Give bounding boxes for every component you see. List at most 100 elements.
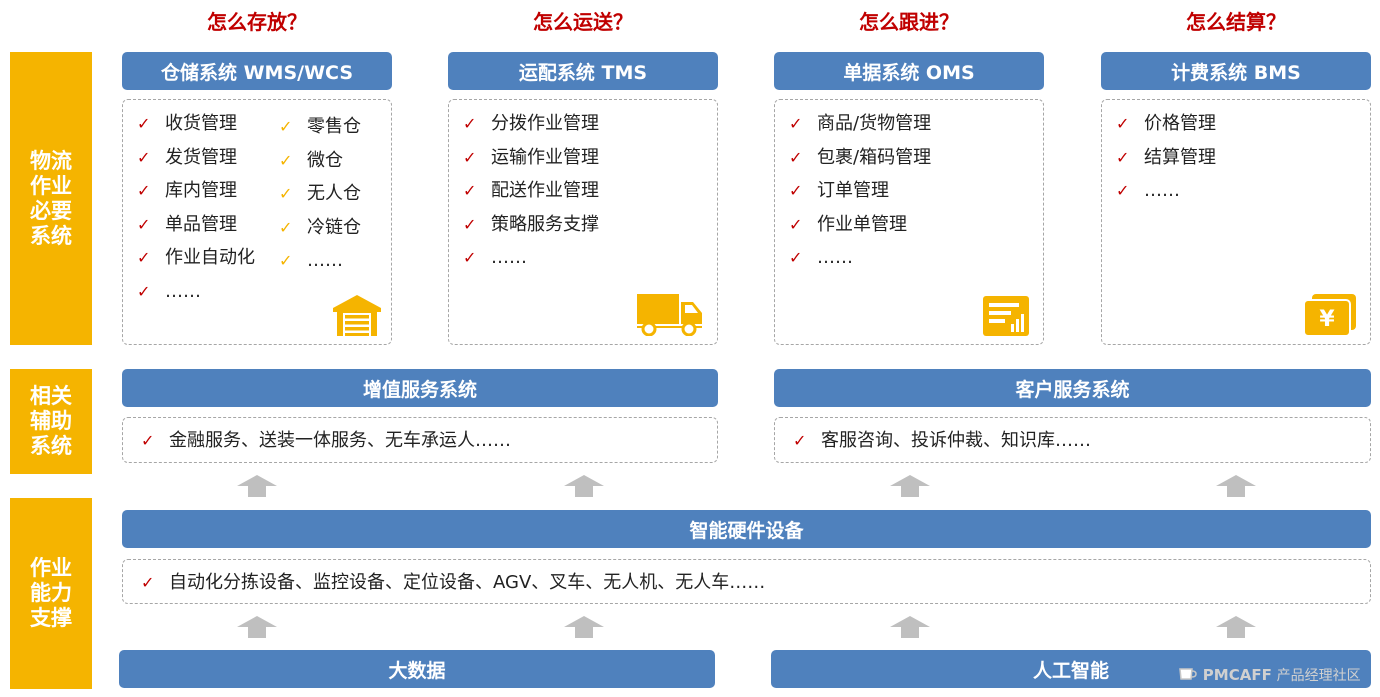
value-added-box: ✓ 金融服务、送装一体服务、无车承运人…… [122, 417, 718, 463]
list-item: ✓ …… [279, 244, 361, 278]
list-item: ✓ 价格管理 [1116, 107, 1216, 141]
check-icon: ✓ [141, 573, 155, 592]
customer-service-box: ✓ 客服咨询、投诉仲裁、知识库…… [774, 417, 1371, 463]
warehouse-icon [333, 295, 381, 336]
check-icon: ✓ [463, 147, 477, 167]
list-item-label: 零售仓 [307, 116, 361, 137]
check-icon: ✓ [789, 214, 803, 234]
up-arrow-icon [564, 616, 604, 638]
question-settlement: 怎么结算？ [1186, 10, 1286, 34]
customer-service-line: ✓ 客服咨询、投诉仲裁、知识库…… [793, 426, 1091, 452]
list-item: ✓ 运输作业管理 [463, 141, 599, 175]
check-icon: ✓ [137, 181, 151, 201]
list-item: ✓ …… [463, 241, 599, 275]
check-icon: ✓ [137, 281, 151, 301]
list-item: ✓ 订单管理 [789, 174, 931, 208]
check-icon: ✓ [789, 147, 803, 167]
side-label-capability: 作业 能力 支撑 [10, 498, 92, 689]
list-item: ✓ 配送作业管理 [463, 174, 599, 208]
value-added-text: 金融服务、送装一体服务、无车承运人…… [169, 430, 511, 451]
list-item: ✓ 作业自动化 [137, 241, 255, 275]
check-icon: ✓ [463, 248, 477, 268]
list-item: ✓ …… [1116, 174, 1216, 208]
check-icon: ✓ [789, 181, 803, 201]
tms-box: ✓ 分拨作业管理 ✓ 运输作业管理 ✓ 配送作业管理 ✓ 策略服务支撑 ✓ …… [448, 99, 718, 345]
list-item-label: 库内管理 [165, 180, 237, 202]
wms-title-bar: 仓储系统 WMS/WCS [122, 52, 392, 90]
watermark-brand: PMCAFF [1202, 666, 1272, 684]
up-arrow-icon [237, 475, 277, 497]
watermark: PMCAFF 产品经理社区 [1178, 665, 1361, 685]
list-item-label: 无人仓 [307, 183, 361, 205]
customer-service-text: 客服咨询、投诉仲裁、知识库…… [821, 430, 1091, 451]
check-icon: ✓ [279, 251, 293, 271]
side-label-char: 能力 [30, 581, 72, 605]
list-item-label: 结算管理 [1144, 146, 1216, 168]
side-label-essential: 物流 作业 必要 系统 [10, 52, 92, 345]
hardware-bar: 智能硬件设备 [122, 510, 1371, 548]
list-item-label: …… [817, 247, 853, 269]
tms-list: ✓ 分拨作业管理 ✓ 运输作业管理 ✓ 配送作业管理 ✓ 策略服务支撑 ✓ …… [463, 107, 599, 275]
wms-list-left: ✓ 收货管理 ✓ 发货管理 ✓ 库内管理 ✓ 单品管理 ✓ 作业自动化 ✓ …… [137, 107, 255, 309]
up-arrow-icon [890, 616, 930, 638]
check-icon: ✓ [463, 181, 477, 201]
bms-box: ✓ 价格管理 ✓ 结算管理 ✓ …… ¥ [1101, 99, 1371, 345]
list-item: ✓ 发货管理 [137, 141, 255, 175]
list-item: ✓ 库内管理 [137, 174, 255, 208]
list-item-label: 发货管理 [165, 146, 237, 168]
list-item-label: 分拨作业管理 [491, 113, 599, 134]
list-item: ✓ 微仓 [279, 144, 361, 178]
list-item: ✓ 收货管理 [137, 107, 255, 141]
side-label-char: 作业 [30, 173, 72, 198]
check-icon: ✓ [1116, 181, 1130, 201]
list-item-label: 单品管理 [165, 213, 237, 235]
list-item-label: 策略服务支撑 [491, 213, 599, 235]
list-item-label: 微仓 [307, 149, 343, 171]
coffee-cup-icon [1179, 668, 1197, 680]
list-item: ✓ 零售仓 [279, 110, 361, 144]
wms-list-right: ✓ 零售仓 ✓ 微仓 ✓ 无人仓 ✓ 冷链仓 ✓ …… [279, 110, 361, 278]
truck-icon [637, 294, 702, 336]
list-item: ✓ …… [789, 241, 931, 275]
list-item-label: …… [1144, 180, 1180, 202]
side-label-char: 系统 [30, 223, 72, 248]
document-chart-icon [983, 296, 1029, 336]
check-icon: ✓ [463, 214, 477, 234]
list-item-label: 作业单管理 [817, 213, 907, 235]
list-item-label: 价格管理 [1144, 113, 1216, 134]
list-item-label: 收货管理 [165, 113, 237, 134]
question-transport: 怎么运送？ [533, 10, 633, 34]
side-label-char: 辅助 [30, 409, 72, 433]
list-item: ✓ …… [137, 275, 255, 309]
check-icon: ✓ [789, 248, 803, 268]
side-label-char: 必要 [30, 198, 72, 223]
bms-title-bar: 计费系统 BMS [1101, 52, 1371, 90]
yuan-wallet-icon: ¥ [1303, 294, 1356, 337]
list-item: ✓ 包裹/箱码管理 [789, 141, 931, 175]
tms-title-bar: 运配系统 TMS [448, 52, 718, 90]
oms-title-bar: 单据系统 OMS [774, 52, 1044, 90]
hardware-box: ✓ 自动化分拣设备、监控设备、定位设备、AGV、叉车、无人机、无人车…… [122, 559, 1371, 604]
wms-box: ✓ 收货管理 ✓ 发货管理 ✓ 库内管理 ✓ 单品管理 ✓ 作业自动化 ✓ …… ✓ 零售仓 … [122, 99, 392, 345]
list-item: ✓ 作业单管理 [789, 208, 931, 242]
up-arrow-icon [237, 616, 277, 638]
up-arrow-icon [1216, 475, 1256, 497]
question-storage: 怎么存放？ [207, 10, 307, 34]
watermark-text: 产品经理社区 [1276, 668, 1361, 684]
check-icon: ✓ [279, 184, 293, 204]
list-item: ✓ 分拨作业管理 [463, 107, 599, 141]
list-item-label: 配送作业管理 [491, 180, 599, 202]
check-icon: ✓ [789, 114, 803, 133]
check-icon: ✓ [279, 150, 293, 170]
big-data-bar: 大数据 [119, 650, 715, 688]
oms-list: ✓ 商品/货物管理 ✓ 包裹/箱码管理 ✓ 订单管理 ✓ 作业单管理 ✓ …… [789, 107, 931, 275]
check-icon: ✓ [137, 214, 151, 234]
list-item-label: 冷链仓 [307, 216, 361, 238]
list-item-label: 商品/货物管理 [817, 113, 932, 134]
bms-list: ✓ 价格管理 ✓ 结算管理 ✓ …… [1116, 107, 1216, 208]
list-item: ✓ 单品管理 [137, 208, 255, 242]
side-label-char: 作业 [30, 556, 72, 580]
list-item-label: 订单管理 [817, 180, 889, 202]
check-icon: ✓ [137, 114, 151, 133]
check-icon: ✓ [279, 217, 293, 237]
